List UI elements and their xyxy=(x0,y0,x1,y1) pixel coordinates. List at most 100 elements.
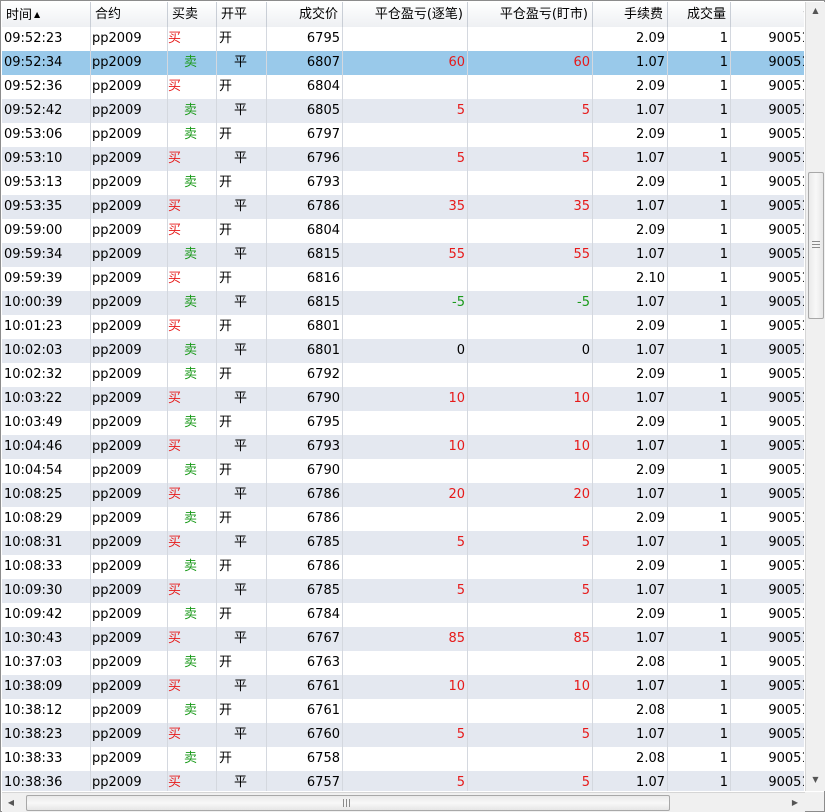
table-row[interactable]: 09:53:13 pp2009 卖 开 6793 2.09 1 900510 xyxy=(2,171,804,195)
direction-value: 买 xyxy=(168,391,182,406)
table-row[interactable]: 10:04:46 pp2009 买 平 6793 10 10 1.07 1 900517 xyxy=(2,435,804,459)
table-row[interactable]: 10:38:12 pp2009 卖 开 6761 2.08 1 900518 xyxy=(2,699,804,723)
table-row[interactable]: 09:59:34 pp2009 卖 平 6815 55 55 1.07 1 900510 xyxy=(2,243,804,267)
cell-extra: 900510 xyxy=(731,219,804,243)
table-row[interactable]: 10:01:23 pp2009 买 开 6801 2.09 1 900510 xyxy=(2,315,804,339)
table-row[interactable]: 09:53:35 pp2009 买 平 6786 35 35 1.07 1 900510 xyxy=(2,195,804,219)
table-row[interactable]: 10:08:33 pp2009 卖 开 6786 2.09 1 900517 xyxy=(2,555,804,579)
offset-value: 开 xyxy=(219,607,233,622)
cell-offset: 平 xyxy=(217,627,267,651)
table-row[interactable]: 10:37:03 pp2009 卖 开 6763 2.08 1 900518 xyxy=(2,651,804,675)
table-row[interactable]: 10:38:23 pp2009 买 平 6760 5 5 1.07 1 900518 xyxy=(2,723,804,747)
extra-value: 900510 xyxy=(768,247,804,262)
horizontal-scrollbar[interactable]: ◀ ▶ xyxy=(2,792,805,812)
offset-value: 平 xyxy=(234,775,248,790)
cell-direction: 买 xyxy=(168,675,217,699)
table-row[interactable]: 10:38:09 pp2009 买 平 6761 10 10 1.07 1 900518 xyxy=(2,675,804,699)
cell-direction: 卖 xyxy=(168,123,217,147)
cell-fee: 1.07 xyxy=(593,723,668,747)
volume-value: 1 xyxy=(719,319,728,334)
table-row[interactable]: 09:52:42 pp2009 卖 平 6805 5 5 1.07 1 900510 xyxy=(2,99,804,123)
cell-pnl-market xyxy=(468,411,593,435)
cell-volume: 1 xyxy=(668,387,731,411)
cell-volume: 1 xyxy=(668,243,731,267)
cell-volume: 1 xyxy=(668,555,731,579)
fee-value: 2.09 xyxy=(636,463,665,478)
time-value: 09:52:42 xyxy=(4,103,63,118)
column-header-direction[interactable]: 买卖 xyxy=(168,2,217,27)
column-header-extra[interactable]: 合 xyxy=(731,2,804,27)
extra-value: 900517 xyxy=(768,463,804,478)
cell-direction: 买 xyxy=(168,75,217,99)
grip-line xyxy=(812,244,820,245)
cell-pnl-market xyxy=(468,459,593,483)
cell-offset: 平 xyxy=(217,51,267,75)
fee-value: 2.08 xyxy=(636,751,665,766)
table-row[interactable]: 10:08:31 pp2009 买 平 6785 5 5 1.07 1 900517 xyxy=(2,531,804,555)
table-row[interactable]: 09:52:23 pp2009 买 开 6795 2.09 1 900510 xyxy=(2,27,804,51)
table-row[interactable]: 10:02:32 pp2009 卖 开 6792 2.09 1 900510 xyxy=(2,363,804,387)
cell-fee: 1.07 xyxy=(593,531,668,555)
cell-direction: 买 xyxy=(168,195,217,219)
column-header-time[interactable]: 时间 ▲ xyxy=(2,2,91,27)
cell-pnl-trade xyxy=(343,651,468,675)
table-row[interactable]: 09:59:00 pp2009 买 开 6804 2.09 1 900510 xyxy=(2,219,804,243)
extra-value: 900510 xyxy=(768,79,804,94)
vertical-scrollbar[interactable]: ▲ ▼ xyxy=(805,2,825,791)
table-row[interactable]: 09:52:34 pp2009 卖 平 6807 60 60 1.07 1 900510 xyxy=(2,51,804,75)
table-row[interactable]: 10:00:39 pp2009 卖 平 6815 -5 -5 1.07 1 900510 xyxy=(2,291,804,315)
table-row[interactable]: 10:03:22 pp2009 买 平 6790 10 10 1.07 1 900510 xyxy=(2,387,804,411)
table-row[interactable]: 10:02:03 pp2009 卖 平 6801 0 0 1.07 1 900510 xyxy=(2,339,804,363)
cell-volume: 1 xyxy=(668,339,731,363)
column-header-contract[interactable]: 合约 xyxy=(91,2,168,27)
pnl-market-value: 5 xyxy=(581,727,590,742)
contract-value: pp2009 xyxy=(92,223,142,238)
column-header-pnl-trade[interactable]: 平仓盈亏(逐笔) xyxy=(343,2,468,27)
extra-value: 900517 xyxy=(768,631,804,646)
table-row[interactable]: 10:03:49 pp2009 卖 开 6795 2.09 1 900510 xyxy=(2,411,804,435)
offset-value: 开 xyxy=(219,127,233,142)
cell-time: 10:02:03 xyxy=(2,339,91,363)
column-header-offset[interactable]: 开平 xyxy=(217,2,267,27)
scroll-up-icon[interactable]: ▲ xyxy=(806,2,825,20)
cell-price: 6815 xyxy=(267,243,343,267)
extra-value: 900510 xyxy=(768,367,804,382)
table-row[interactable]: 10:08:25 pp2009 买 平 6786 20 20 1.07 1 900517 xyxy=(2,483,804,507)
price-value: 6786 xyxy=(306,511,340,526)
cell-time: 09:53:13 xyxy=(2,171,91,195)
table-row[interactable]: 09:53:10 pp2009 买 平 6796 5 5 1.07 1 900510 xyxy=(2,147,804,171)
horizontal-scroll-thumb[interactable] xyxy=(26,795,670,811)
cell-fee: 1.07 xyxy=(593,51,668,75)
price-value: 6793 xyxy=(306,439,340,454)
cell-fee: 1.07 xyxy=(593,291,668,315)
table-row[interactable]: 10:30:43 pp2009 买 平 6767 85 85 1.07 1 900517 xyxy=(2,627,804,651)
table-row[interactable]: 09:59:39 pp2009 买 开 6816 2.10 1 900510 xyxy=(2,267,804,291)
column-header-volume[interactable]: 成交量 xyxy=(668,2,731,27)
fee-value: 1.07 xyxy=(636,535,665,550)
cell-price: 6790 xyxy=(267,459,343,483)
table-row[interactable]: 10:08:29 pp2009 卖 开 6786 2.09 1 900517 xyxy=(2,507,804,531)
cell-price: 6797 xyxy=(267,123,343,147)
column-header-fee[interactable]: 手续费 xyxy=(593,2,668,27)
fee-value: 1.07 xyxy=(636,295,665,310)
table-row[interactable]: 10:04:54 pp2009 卖 开 6790 2.09 1 900517 xyxy=(2,459,804,483)
table-row[interactable]: 10:38:33 pp2009 卖 开 6758 2.08 1 900518 xyxy=(2,747,804,771)
scroll-left-icon[interactable]: ◀ xyxy=(2,793,20,812)
cell-direction: 买 xyxy=(168,723,217,747)
table-row[interactable]: 09:52:36 pp2009 买 开 6804 2.09 1 900510 xyxy=(2,75,804,99)
fee-value: 1.07 xyxy=(636,679,665,694)
column-header-price[interactable]: 成交价 xyxy=(267,2,343,27)
table-row[interactable]: 10:09:30 pp2009 买 平 6785 5 5 1.07 1 900517 xyxy=(2,579,804,603)
time-value: 09:53:35 xyxy=(4,199,63,214)
cell-pnl-market: 5 xyxy=(468,147,593,171)
table-row[interactable]: 10:09:42 pp2009 卖 开 6784 2.09 1 900517 xyxy=(2,603,804,627)
table-row[interactable]: 09:53:06 pp2009 卖 开 6797 2.09 1 900510 xyxy=(2,123,804,147)
fee-value: 1.07 xyxy=(636,727,665,742)
table-row[interactable]: 10:38:36 pp2009 买 平 6757 5 5 1.07 1 900518 xyxy=(2,771,804,791)
column-header-pnl-market[interactable]: 平仓盈亏(盯市) xyxy=(468,2,593,27)
vertical-scroll-thumb[interactable] xyxy=(808,172,824,319)
scroll-down-icon[interactable]: ▼ xyxy=(806,771,825,789)
scroll-right-icon[interactable]: ▶ xyxy=(786,793,804,812)
direction-value: 卖 xyxy=(184,127,198,142)
cell-time: 09:59:00 xyxy=(2,219,91,243)
